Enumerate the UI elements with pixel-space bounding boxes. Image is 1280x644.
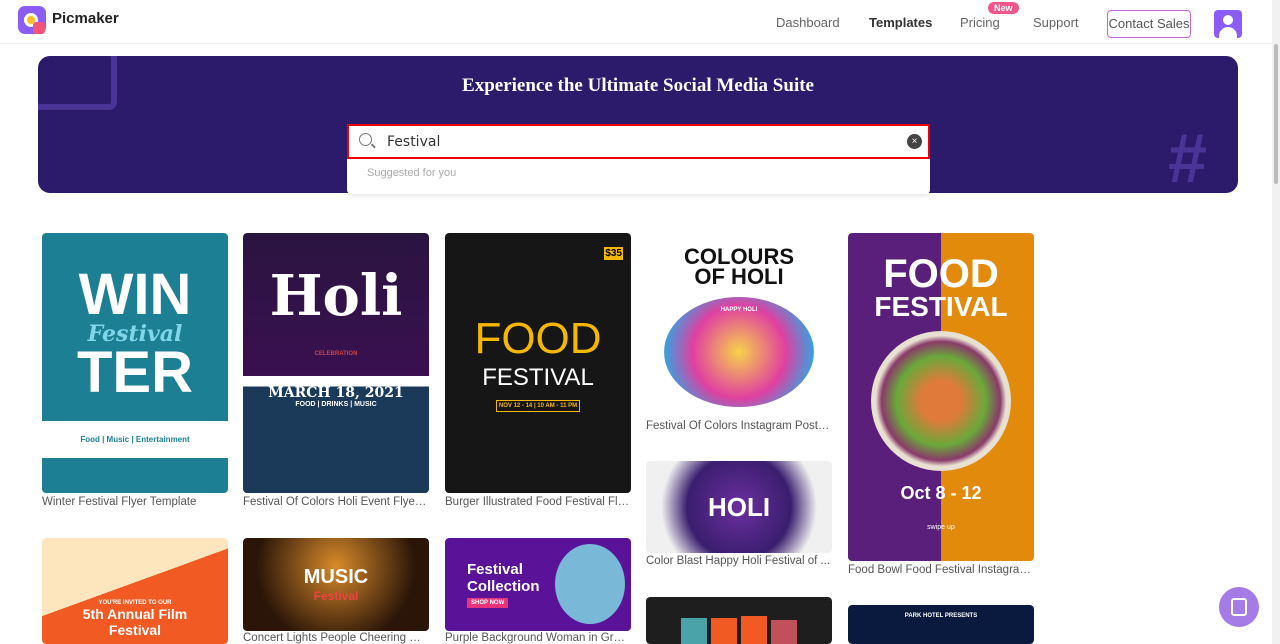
art-text: Festival xyxy=(108,622,162,638)
template-card[interactable]: YOU'RE INVITED TO OUR 5th Annual Film Fe… xyxy=(42,538,228,644)
art-text: FOOD xyxy=(474,314,602,363)
art-text: TER xyxy=(77,339,193,405)
template-card[interactable]: MUSIC Festival Concert Lights People Che… xyxy=(243,538,429,644)
template-card[interactable]: COLOURS OF HOLI HAPPY HOLI Festival Of C… xyxy=(646,233,832,438)
clear-search-icon[interactable]: × xyxy=(907,134,922,149)
new-badge: New xyxy=(988,2,1019,14)
template-caption[interactable]: Burger Illustrated Food Festival Fly... xyxy=(445,496,631,508)
art-text: Oct 8 - 12 xyxy=(900,483,982,503)
template-caption[interactable]: Festival Of Colors Holi Event Flyer ... xyxy=(243,496,429,508)
nav-support[interactable]: Support xyxy=(1033,15,1079,30)
template-card[interactable]: HOLI Color Blast Happy Holi Festival of … xyxy=(646,461,832,573)
template-caption[interactable]: Color Blast Happy Holi Festival of ... xyxy=(646,555,832,567)
top-nav: Picmaker Dashboard Templates Pricing New… xyxy=(0,0,1272,44)
hashtag-decoration-icon: # xyxy=(1168,119,1207,193)
chat-icon xyxy=(1231,598,1247,616)
art-text: Collection xyxy=(467,578,540,595)
nav-templates[interactable]: Templates xyxy=(869,15,932,30)
template-card[interactable]: WIN Festival TER Food | Music | Entertai… xyxy=(42,233,228,523)
suggestions-header: Suggested for you xyxy=(367,167,457,179)
search-icon xyxy=(359,133,372,146)
art-text: CELEBRATION xyxy=(314,351,358,357)
user-avatar-icon[interactable] xyxy=(1214,10,1242,38)
art-text: FOOD | DRINKS | MUSIC xyxy=(295,401,377,408)
template-card[interactable]: FOOD FESTIVAL Oct 8 - 12 swipe up Food B… xyxy=(848,233,1034,583)
template-caption[interactable]: Festival Of Colors Instagram Post T... xyxy=(646,420,832,432)
picmaker-logo-icon[interactable] xyxy=(18,6,46,34)
chat-support-button[interactable] xyxy=(1219,587,1259,627)
template-card[interactable]: Holi CELEBRATION MARCH 18, 2021 FOOD | D… xyxy=(243,233,429,523)
art-text: Festival xyxy=(313,589,359,603)
banner-title: Experience the Ultimate Social Media Sui… xyxy=(462,75,814,96)
art-text: HOLI xyxy=(707,491,771,522)
art-text: Festival xyxy=(467,561,523,578)
template-card[interactable] xyxy=(646,597,832,644)
art-text: NOV 12 - 14 | 10 AM - 11 PM xyxy=(495,400,581,412)
art-text: FESTIVAL xyxy=(874,291,1008,322)
art-text: SHOP NOW xyxy=(467,598,509,608)
art-text: MUSIC xyxy=(303,566,369,588)
suggestions-dropdown: Suggested for you xyxy=(347,159,930,194)
nav-dashboard[interactable]: Dashboard xyxy=(776,15,840,30)
nav-pricing[interactable]: Pricing xyxy=(960,15,1000,30)
template-caption[interactable]: Purple Background Woman in Gree... xyxy=(445,632,631,644)
art-text: HAPPY HOLI xyxy=(720,307,758,313)
art-text: swipe up xyxy=(927,524,955,531)
art-text: MARCH 18, 2021 xyxy=(268,385,404,401)
contact-sales-button[interactable]: Contact Sales xyxy=(1107,10,1191,38)
art-text: OF HOLI xyxy=(694,264,784,289)
art-text: WIN xyxy=(78,261,192,327)
template-caption[interactable]: Concert Lights People Cheering Mu... xyxy=(243,632,429,644)
art-text: PARK HOTEL PRESENTS xyxy=(904,613,978,619)
search-box[interactable]: × xyxy=(347,124,930,159)
brand-name[interactable]: Picmaker xyxy=(52,10,119,27)
art-text: Holi xyxy=(269,263,403,329)
template-caption[interactable]: Food Bowl Food Festival Instagram... xyxy=(848,564,1034,576)
art-text: FOOD xyxy=(883,252,999,296)
template-card[interactable]: Festival Collection SHOP NOW Purple Back… xyxy=(445,538,631,644)
art-text: FESTIVAL xyxy=(482,364,594,391)
scrollbar[interactable] xyxy=(1272,0,1280,644)
template-caption[interactable]: Winter Festival Flyer Template xyxy=(42,496,228,508)
art-text: Food | Music | Entertainment xyxy=(42,420,228,458)
search-input[interactable] xyxy=(387,131,887,153)
template-card[interactable]: $35 FOOD FESTIVAL NOV 12 - 14 | 10 AM - … xyxy=(445,233,631,523)
art-text: $35 xyxy=(604,247,623,260)
art-text: 5th Annual Film xyxy=(82,606,188,622)
template-card[interactable]: PARK HOTEL PRESENTS xyxy=(848,605,1034,644)
